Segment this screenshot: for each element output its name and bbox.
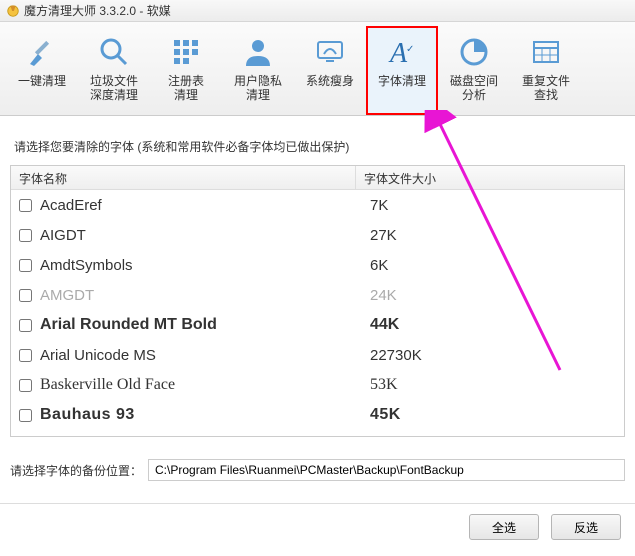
disk-icon xyxy=(454,34,494,70)
table-row[interactable]: Arial Rounded MT Bold44K xyxy=(11,310,624,340)
font-size: 53K xyxy=(370,376,398,394)
tool-label: 字体清理 xyxy=(378,74,426,88)
brush-icon xyxy=(22,34,62,70)
monitor-icon xyxy=(310,34,350,70)
select-all-button[interactable]: 全选 xyxy=(469,514,539,540)
backup-path-input[interactable] xyxy=(148,459,625,481)
font-name: Baskerville Old Face xyxy=(40,376,370,394)
table-row[interactable]: AIGDT27K xyxy=(11,220,624,250)
table-row[interactable]: Baskerville Old Face53K xyxy=(11,370,624,400)
tool-label: 磁盘空间 分析 xyxy=(450,74,498,102)
row-checkbox[interactable] xyxy=(19,409,32,422)
col-size[interactable]: 字体文件大小 xyxy=(356,166,624,189)
font-size: 45K xyxy=(370,406,401,424)
magnifier-icon xyxy=(94,34,134,70)
tool-disk-analysis[interactable]: 磁盘空间 分析 xyxy=(438,26,510,115)
table-row[interactable]: AMGDT24K xyxy=(11,280,624,310)
font-table: 字体名称 字体文件大小 AcadEref7KAIGDT27KAmdtSymbol… xyxy=(10,165,625,437)
tool-label: 注册表 清理 xyxy=(168,74,204,102)
table-row[interactable]: Arial Unicode MS22730K xyxy=(11,340,624,370)
tool-label: 垃圾文件 深度清理 xyxy=(90,74,138,102)
font-name: Bauhaus 93 xyxy=(40,406,370,424)
svg-text:A: A xyxy=(388,38,408,69)
tool-duplicate-find[interactable]: 重复文件 查找 xyxy=(510,26,582,115)
row-checkbox[interactable] xyxy=(19,289,32,302)
col-name[interactable]: 字体名称 xyxy=(11,166,356,189)
font-size: 24K xyxy=(370,287,397,304)
calendar-icon xyxy=(526,34,566,70)
tool-deep-clean[interactable]: 垃圾文件 深度清理 xyxy=(78,26,150,115)
row-checkbox[interactable] xyxy=(19,379,32,392)
row-checkbox[interactable] xyxy=(19,319,32,332)
tool-font-clean[interactable]: A✓ 字体清理 xyxy=(366,26,438,115)
font-size: 7K xyxy=(370,197,388,214)
app-icon xyxy=(6,4,20,18)
tool-one-click-clean[interactable]: 一键清理 xyxy=(6,26,78,115)
font-icon: A✓ xyxy=(382,34,422,70)
user-icon xyxy=(238,34,278,70)
invert-button[interactable]: 反选 xyxy=(551,514,621,540)
font-size: 6K xyxy=(370,257,388,274)
table-row[interactable]: AcadEref7K xyxy=(11,190,624,220)
font-size: 27K xyxy=(370,227,397,244)
row-checkbox[interactable] xyxy=(19,199,32,212)
instruction-text: 请选择您要清除的字体 (系统和常用软件必备字体均已做出保护) xyxy=(14,138,625,155)
window-title: 魔方清理大师 3.3.2.0 - 软媒 xyxy=(24,2,171,19)
font-name: AcadEref xyxy=(40,197,370,214)
table-row[interactable]: Bauhaus 9345K xyxy=(11,400,624,430)
svg-text:✓: ✓ xyxy=(406,44,414,55)
titlebar: 魔方清理大师 3.3.2.0 - 软媒 xyxy=(0,0,635,22)
tool-system-slim[interactable]: 系统瘦身 xyxy=(294,26,366,115)
tool-label: 一键清理 xyxy=(18,74,66,88)
toolbar: 一键清理 垃圾文件 深度清理 注册表 清理 用户隐私 清理 系统瘦身 A✓ 字体… xyxy=(0,22,635,116)
grid-icon xyxy=(166,34,206,70)
backup-label: 请选择字体的备份位置： xyxy=(10,462,142,479)
table-row[interactable]: AmdtSymbols6K xyxy=(11,250,624,280)
row-checkbox[interactable] xyxy=(19,259,32,272)
table-header: 字体名称 字体文件大小 xyxy=(11,166,624,190)
tool-label: 系统瘦身 xyxy=(306,74,354,88)
font-name: Arial Unicode MS xyxy=(40,347,370,364)
font-name: AIGDT xyxy=(40,227,370,244)
row-checkbox[interactable] xyxy=(19,229,32,242)
font-name: AmdtSymbols xyxy=(40,257,370,274)
row-checkbox[interactable] xyxy=(19,349,32,362)
font-name: Arial Rounded MT Bold xyxy=(40,316,370,334)
tool-label: 重复文件 查找 xyxy=(522,74,570,102)
tool-registry-clean[interactable]: 注册表 清理 xyxy=(150,26,222,115)
tool-label: 用户隐私 清理 xyxy=(234,74,282,102)
font-name: AMGDT xyxy=(40,287,370,304)
font-size: 44K xyxy=(370,316,399,334)
tool-privacy-clean[interactable]: 用户隐私 清理 xyxy=(222,26,294,115)
font-size: 22730K xyxy=(370,347,422,364)
